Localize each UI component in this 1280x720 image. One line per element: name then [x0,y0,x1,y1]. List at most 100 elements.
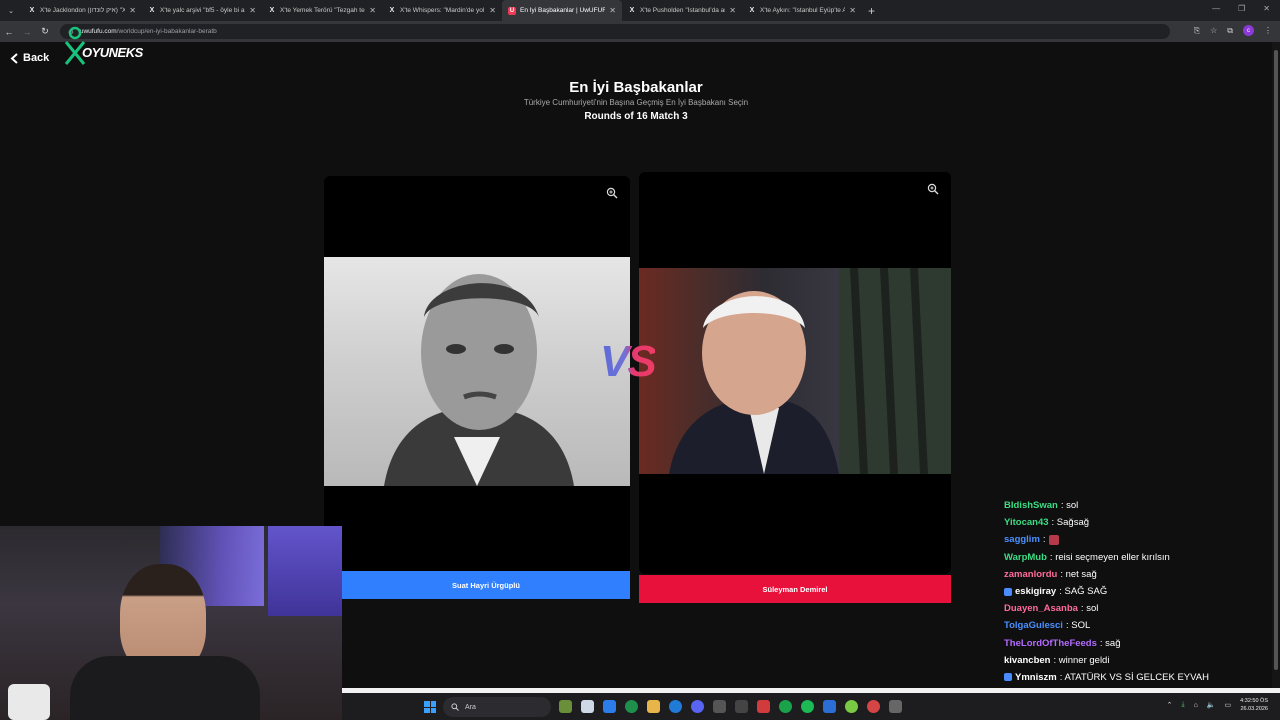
forward-nav-button[interactable]: → [18,27,36,37]
file-explorer-icon[interactable] [647,700,660,713]
chat-message: TheLordOfTheFeeds: sağ [1004,635,1274,652]
taskbar-search[interactable]: Ara [443,697,551,717]
right-candidate-photo[interactable] [639,267,951,475]
translate-icon[interactable]: ⎘ [1194,26,1200,36]
tab-strip: XX'te Jacklondon (איק לונדון) "Xap✕XX'te… [22,0,862,21]
back-button[interactable]: Back [10,52,49,64]
browser-tab[interactable]: X X'te Pusholden "İstanbul'da ara ✕ [622,0,742,21]
app-icon[interactable] [757,700,770,713]
chat-badge-icon [1004,673,1012,682]
chevron-up-icon[interactable]: ⌃ [1167,701,1173,709]
zoom-in-icon[interactable] [927,183,939,195]
uwufufu-favicon-icon: U [508,6,516,15]
chat-message: zamanlordu: net sağ [1004,566,1274,583]
browser-menu-icon[interactable]: ⋮ [1264,26,1272,35]
app-icon[interactable] [889,700,902,713]
extensions-icon[interactable]: ⧉ [1227,26,1233,36]
left-candidate-photo[interactable] [324,257,630,486]
tab-title: En İyi Başbakanlar | UwUFUFU [520,7,606,14]
volume-icon[interactable]: 🔈 [1207,701,1216,709]
xbox-icon[interactable] [779,700,792,713]
browser-tab[interactable]: X X'te yalc arşivi "bf5 - öyle bi an ✕ [142,0,262,21]
versus-label: VS [600,337,657,386]
close-tab-icon[interactable]: ✕ [129,6,136,15]
tab-search-button[interactable]: ⌄ [0,0,22,21]
start-button[interactable] [424,701,436,713]
browser-tab[interactable]: X X'te Yemek Terörü "Tezgah teri ✕ [262,0,382,21]
browser-tab[interactable]: U En İyi Başbakanlar | UwUFUFU ✕ [502,0,622,21]
spotify-icon[interactable] [801,700,814,713]
close-tab-icon[interactable]: ✕ [729,6,736,15]
tab-title: X'te Pusholden "İstanbul'da ara [640,7,726,14]
task-view-icon[interactable] [581,700,594,713]
new-tab-button[interactable]: + [862,4,881,18]
chrome-icon[interactable] [625,700,638,713]
oyuneks-logo: OYUNEKS [64,26,143,66]
right-candidate-card[interactable] [639,172,951,574]
clock-date: 26.03.2026 [1240,706,1268,712]
page-subtitle: Türkiye Cumhuriyeti'nin Başına Geçmiş En… [523,98,749,107]
pick-left-button[interactable]: Suat Hayri Ürgüplü [342,571,630,599]
maximize-button[interactable]: ❐ [1238,4,1245,13]
network-icon[interactable]: ⌂ [1194,702,1198,709]
browser-tab[interactable]: X X'te Jacklondon (איק לונדון) "Xap✕ [22,0,142,21]
obs-icon[interactable] [867,700,880,713]
reload-button[interactable]: ↻ [36,26,54,37]
pick-right-button[interactable]: Süleyman Demirel [639,575,951,603]
chat-username: BIdishSwan [1004,500,1058,511]
battery-icon[interactable]: ▭ [1225,701,1232,709]
minimize-button[interactable]: — [1212,4,1220,13]
chat-message: Ymniszm: ATATÜRK VS Sİ GELCEK EYVAH [1004,669,1274,686]
chat-text: : reisi seçmeyen eller kırılsın [1049,551,1170,563]
chat-username: Duayen_Asanba [1004,603,1078,615]
chat-username: Yitocan43 [1004,517,1049,529]
scrollbar-thumb[interactable] [1274,50,1278,670]
mail-icon[interactable] [713,700,726,713]
taskbar-clock[interactable]: 4:32:50 ÖS 26.03.2026 [1240,697,1268,713]
profile-avatar[interactable]: c [1243,25,1254,36]
address-bar[interactable]: ⚙ uwufufu.com/worldcup/en-iyi-babakanlar… [60,24,1170,39]
close-tab-icon[interactable]: ✕ [609,6,616,15]
game-app-icon[interactable] [559,700,572,713]
chat-message: Duayen_Asanba: sol [1004,600,1274,617]
search-placeholder: Ara [465,703,476,711]
discord-icon[interactable] [691,700,704,713]
edge-icon[interactable] [669,700,682,713]
chat-message: sagglim: [1004,531,1274,548]
chat-username: WarpMub [1004,551,1047,563]
streamer-body [70,656,260,720]
pinned-apps [559,700,902,713]
chat-text: : sol [1060,500,1079,511]
browser-icon[interactable] [845,700,858,713]
chat-message: Yitocan43: Sağsağ [1004,514,1274,531]
chat-text: : ATATÜRK VS Sİ GELCEK EYVAH [1059,671,1209,683]
page-title: En İyi Başbakanlar [569,79,703,96]
tab-title: X'te Yemek Terörü "Tezgah teri [280,7,366,14]
close-tab-icon[interactable]: ✕ [249,6,256,15]
close-window-button[interactable]: ✕ [1263,4,1270,13]
browser-tab[interactable]: X X'te Whispers: "Mardin'de yol v ✕ [382,0,502,21]
zoom-in-icon[interactable] [606,187,618,199]
back-label: Back [23,52,50,64]
close-tab-icon[interactable]: ✕ [489,6,496,15]
chat-username: TolgaGulesci [1004,620,1063,632]
chat-text: : [1042,534,1046,546]
close-tab-icon[interactable]: ✕ [369,6,376,15]
left-candidate-card[interactable] [324,176,630,574]
x-favicon-icon: X [269,7,275,14]
chat-text: : SOL [1065,620,1091,632]
steam-icon[interactable] [735,700,748,713]
browser-tab[interactable]: X X'te Aykırı: "İstanbul Eyüp'te Ay ✕ [742,0,862,21]
download-icon[interactable]: ⤓ [1181,701,1184,709]
back-nav-button[interactable]: ← [0,27,18,37]
store-icon[interactable] [823,700,836,713]
copilot-icon[interactable] [603,700,616,713]
bookmark-star-icon[interactable]: ☆ [1210,26,1217,35]
close-tab-icon[interactable]: ✕ [849,6,856,15]
chat-text: : net sağ [1060,568,1097,580]
portrait-image [669,267,951,475]
chat-text: : Sağsağ [1051,517,1090,529]
chat-username: sagglim [1004,534,1040,546]
chat-username: kivancben [1004,654,1051,666]
x-favicon-icon: X [389,7,395,14]
